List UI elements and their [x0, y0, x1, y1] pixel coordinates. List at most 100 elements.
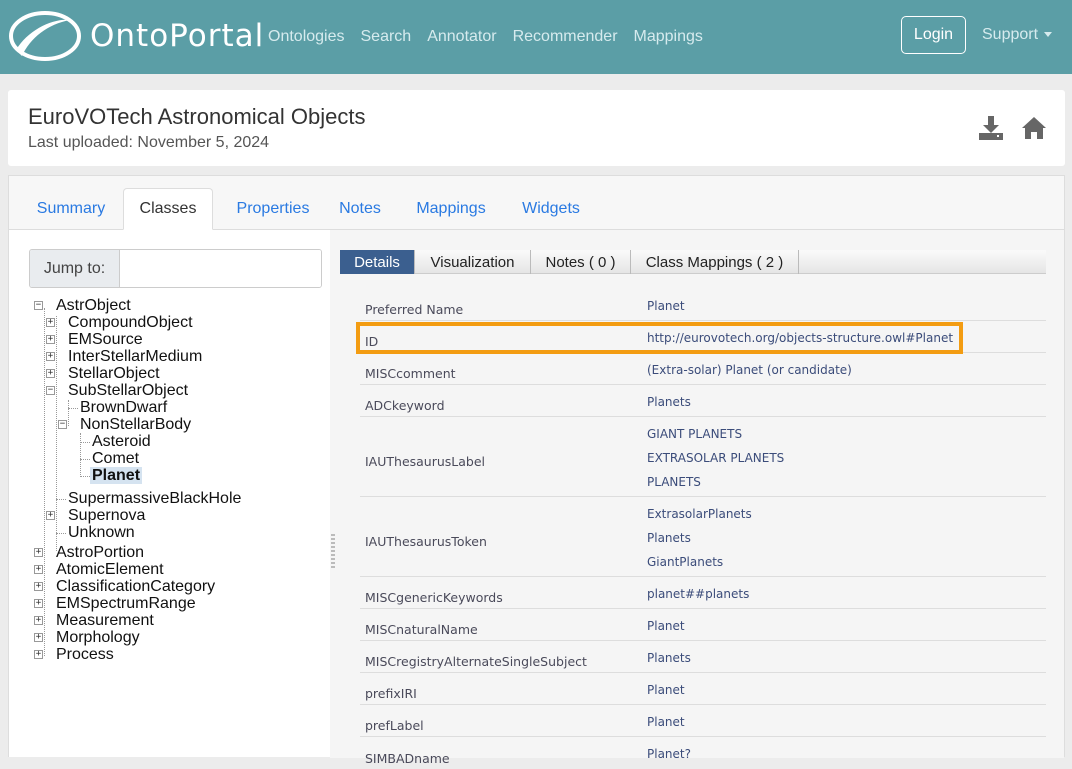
table-row: ADCkeyword Planets — [360, 385, 1046, 417]
tree-node-emsource[interactable]: EMSource — [68, 331, 143, 348]
expand-toggle-icon[interactable]: + — [34, 599, 43, 608]
detail-key: MISCnaturalName — [365, 622, 478, 637]
tree-line — [44, 308, 45, 656]
detail-value[interactable]: GiantPlanets — [647, 555, 723, 569]
jump-to-group: Jump to: — [29, 249, 322, 288]
id-row-highlight — [356, 322, 963, 354]
tree-node-supernova[interactable]: Supernova — [68, 507, 145, 524]
chevron-down-icon — [1044, 32, 1053, 38]
expand-toggle-icon[interactable]: + — [34, 633, 43, 642]
nav-links: Ontologies Search Annotator Recommender … — [268, 0, 719, 74]
table-row: MISCregistryAlternateSingleSubject Plane… — [360, 641, 1046, 673]
detail-value[interactable]: Planets — [647, 395, 691, 409]
detail-key: Preferred Name — [365, 302, 464, 317]
login-button[interactable]: Login — [901, 16, 966, 54]
tree-node-browndwarf[interactable]: BrownDwarf — [80, 399, 167, 416]
expand-toggle-icon[interactable]: + — [34, 650, 43, 659]
detail-value[interactable]: planet##planets — [647, 587, 749, 601]
table-row: MISCgenericKeywords planet##planets — [360, 577, 1046, 609]
ontology-content: Summary Classes Properties Notes Mapping… — [8, 175, 1065, 766]
tab-widgets[interactable]: Widgets — [509, 188, 593, 230]
detail-value[interactable]: PLANETS — [647, 475, 701, 489]
detail-key: IAUThesaurusLabel — [365, 454, 486, 469]
tree-node-classificationcategory[interactable]: ClassificationCategory — [56, 578, 215, 595]
tab-mappings[interactable]: Mappings — [405, 188, 497, 230]
jump-to-input[interactable] — [120, 250, 321, 287]
tab-notes[interactable]: Notes — [329, 188, 391, 230]
detail-value[interactable]: Planet — [647, 715, 685, 729]
tree-node-process[interactable]: Process — [56, 646, 114, 663]
expand-toggle-icon[interactable]: + — [34, 548, 43, 557]
nav-ontologies[interactable]: Ontologies — [268, 28, 345, 46]
detail-tabs: Details Visualization Notes ( 0 ) Class … — [340, 250, 1046, 274]
table-row: IAUThesaurusToken ExtrasolarPlanets Plan… — [360, 497, 1046, 577]
expand-toggle-icon[interactable]: + — [46, 511, 55, 520]
pane-resize-handle[interactable] — [331, 534, 335, 568]
tab-classes[interactable]: Classes — [123, 188, 213, 230]
tree-node-stellarobject[interactable]: StellarObject — [68, 365, 160, 382]
table-row: prefLabel Planet — [360, 705, 1046, 737]
expand-toggle-icon[interactable]: + — [46, 335, 55, 344]
tree-node-unknown[interactable]: Unknown — [68, 524, 135, 541]
tree-node-interstellarmedium[interactable]: InterStellarMedium — [68, 348, 202, 365]
nav-mappings[interactable]: Mappings — [634, 28, 703, 46]
tree-node-asteroid[interactable]: Asteroid — [92, 433, 151, 450]
tree-node-measurement[interactable]: Measurement — [56, 612, 154, 629]
detail-key: SIMBADname — [365, 751, 450, 766]
expand-toggle-icon[interactable]: + — [46, 352, 55, 361]
collapse-toggle-icon[interactable]: − — [34, 301, 43, 310]
page-title: EuroVOTech Astronomical Objects — [28, 104, 366, 129]
expand-toggle-icon[interactable]: + — [34, 616, 43, 625]
tree-line — [56, 316, 57, 551]
tree-node-atomicelement[interactable]: AtomicElement — [56, 561, 164, 578]
tab-summary[interactable]: Summary — [25, 188, 117, 230]
tree-node-supermassiveblackhole[interactable]: SupermassiveBlackHole — [68, 490, 241, 507]
expand-toggle-icon[interactable]: + — [34, 565, 43, 574]
table-row: MISCnaturalName Planet — [360, 609, 1046, 641]
table-row: SIMBADname Planet? — [360, 737, 1046, 769]
nav-search[interactable]: Search — [361, 28, 412, 46]
nav-recommender[interactable]: Recommender — [513, 28, 618, 46]
detail-value[interactable]: Planet — [647, 299, 685, 313]
detail-value[interactable]: Planet — [647, 683, 685, 697]
support-dropdown[interactable]: Support — [982, 26, 1053, 44]
last-uploaded: Last uploaded: November 5, 2024 — [28, 134, 270, 151]
detail-tab-visualization[interactable]: Visualization — [415, 250, 531, 274]
ontology-header: EuroVOTech Astronomical Objects Last upl… — [8, 90, 1065, 166]
brand-name: OntoPortal — [90, 18, 265, 54]
detail-value[interactable]: Planets — [647, 651, 691, 665]
detail-value[interactable]: ExtrasolarPlanets — [647, 507, 752, 521]
tree-node-emspectrumrange[interactable]: EMSpectrumRange — [56, 595, 196, 612]
tab-properties[interactable]: Properties — [221, 188, 325, 230]
expand-toggle-icon[interactable]: + — [34, 582, 43, 591]
tree-node-astrobject[interactable]: AstrObject — [56, 297, 131, 314]
detail-value[interactable]: Planets — [647, 531, 691, 545]
tree-node-compoundobject[interactable]: CompoundObject — [68, 314, 193, 331]
ontoportal-logo[interactable]: OntoPortal — [8, 10, 263, 62]
tree-node-nonstellarbody[interactable]: NonStellarBody — [80, 416, 191, 433]
tree-node-planet[interactable]: Planet — [90, 467, 143, 484]
detail-tab-notes[interactable]: Notes ( 0 ) — [531, 250, 631, 274]
collapse-toggle-icon[interactable]: − — [58, 420, 67, 429]
expand-toggle-icon[interactable]: + — [46, 318, 55, 327]
detail-value[interactable]: Planet — [647, 619, 685, 633]
detail-value[interactable]: GIANT PLANETS — [647, 427, 742, 441]
detail-key: IAUThesaurusToken — [365, 534, 487, 549]
tree-node-astroportion[interactable]: AstroPortion — [56, 544, 144, 561]
download-icon[interactable] — [978, 116, 1004, 140]
nav-annotator[interactable]: Annotator — [427, 28, 496, 46]
tree-node-comet[interactable]: Comet — [92, 450, 139, 467]
detail-value[interactable]: EXTRASOLAR PLANETS — [647, 451, 784, 465]
detail-value[interactable]: Planet? — [647, 747, 691, 761]
collapse-toggle-icon[interactable]: − — [46, 386, 55, 395]
tree-line — [56, 499, 66, 500]
tree-line — [80, 442, 90, 443]
detail-key: prefLabel — [365, 718, 424, 733]
detail-value[interactable]: (Extra-solar) Planet (or candidate) — [647, 363, 852, 377]
tree-node-substellarobject[interactable]: SubStellarObject — [68, 382, 188, 399]
detail-tab-details[interactable]: Details — [340, 250, 415, 274]
tree-node-morphology[interactable]: Morphology — [56, 629, 140, 646]
detail-tab-class-mappings[interactable]: Class Mappings ( 2 ) — [631, 250, 799, 274]
expand-toggle-icon[interactable]: + — [46, 369, 55, 378]
home-icon[interactable] — [1021, 116, 1047, 140]
